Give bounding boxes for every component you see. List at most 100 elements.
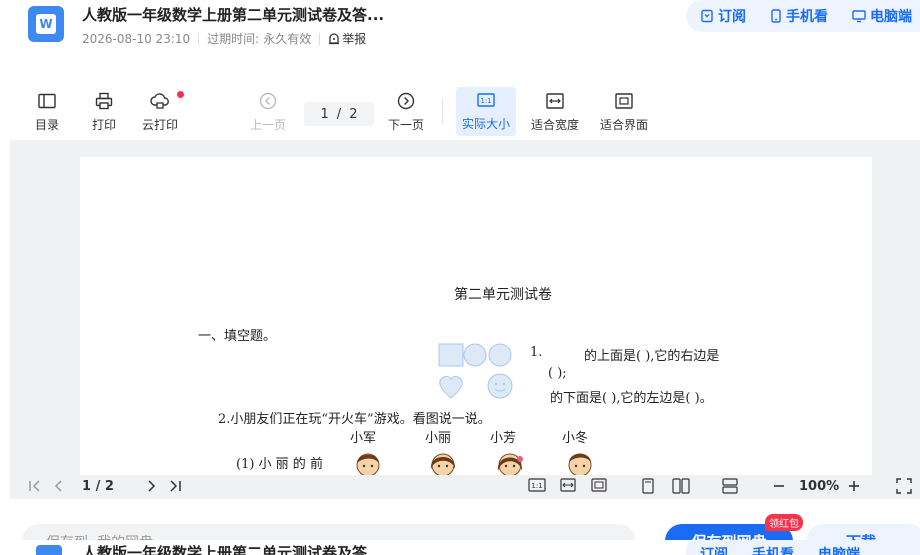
fit-width-button[interactable]: 适合宽度: [531, 90, 579, 133]
chevron-left-circle-icon: [259, 92, 277, 110]
notification-dot: [177, 91, 184, 98]
fit-screen-label: 适合界面: [600, 118, 649, 132]
subscribe-button[interactable]: 订阅: [700, 6, 746, 26]
header-actions: 订阅 手机看 电脑端: [686, 0, 920, 32]
zoom-level: 100%: [799, 479, 840, 494]
bookmark-icon: [701, 9, 713, 23]
zoom-out-icon[interactable]: [772, 478, 786, 494]
first-page-icon[interactable]: [28, 478, 42, 494]
fullscreen-icon[interactable]: [896, 478, 912, 494]
document-title[interactable]: 人教版一年级数学上册第二单元测试卷及答...: [82, 4, 384, 25]
document-title[interactable]: 人教版一年级数学上册第二单元测试卷及答...: [82, 542, 384, 555]
page-separator: /: [95, 479, 101, 494]
printer-icon: [95, 92, 113, 110]
cloud-print-label: 云打印: [142, 118, 179, 132]
shapes-illustration: [438, 343, 513, 399]
page-total: 2: [349, 106, 358, 122]
next-page-button[interactable]: 下一页: [388, 90, 424, 133]
fit-width-icon: [546, 93, 564, 109]
divider: [319, 32, 321, 45]
actual-size-button[interactable]: 1:1 实际大小: [456, 87, 517, 136]
question-1-line-3: 的下面是( ),它的左边是( )。: [550, 391, 713, 406]
fit-width-icon[interactable]: [560, 478, 576, 492]
kid-name: 小军: [350, 431, 377, 446]
print-label: 打印: [92, 118, 117, 132]
fit-screen-icon[interactable]: [591, 478, 607, 492]
document-header: W 人教版一年级数学上册第二单元测试卷及答... 2026-08-10 23:1…: [0, 0, 920, 58]
page-heading: 第二单元测试卷: [454, 287, 552, 303]
viewer-toolbar: 目录 打印 云打印 上一页 1 / 2 下一页 1:1 实际大小 适合宽度 适合…: [10, 80, 920, 140]
word-file-icon: [36, 545, 62, 555]
page-indicator[interactable]: 1 / 2: [304, 102, 374, 126]
page-separator: /: [336, 106, 342, 122]
subscribe-button[interactable]: 订阅: [700, 544, 728, 555]
pc-view-button[interactable]: 电脑端: [818, 544, 860, 555]
upload-date: 2026-08-10 23:10: [82, 31, 191, 46]
document-meta: 2026-08-10 23:10 过期时间: 永久有效 举报: [82, 30, 366, 47]
fit-width-label: 适合宽度: [531, 118, 580, 132]
sticky-header: 人教版一年级数学上册第二单元测试卷及答... 订阅 手机看 电脑端: [0, 540, 920, 555]
kid-name: 小冬: [562, 431, 589, 446]
question-1-number: 1.: [530, 345, 543, 360]
fit-screen-icon: [615, 93, 633, 109]
expire-value: 永久有效: [263, 32, 312, 46]
question-1-line-2: ( );: [548, 366, 567, 381]
double-page-icon[interactable]: [672, 478, 690, 494]
report-link[interactable]: 举报: [328, 30, 366, 47]
mobile-view-button[interactable]: 手机看: [770, 6, 828, 26]
question-2: 2.小朋友们正在玩“开火车”游戏。看图说一说。: [218, 412, 491, 427]
svg-text:1:1: 1:1: [531, 482, 542, 490]
bottom-page-indicator[interactable]: 1 / 2: [82, 479, 114, 494]
mobile-view-label: 手机看: [786, 9, 828, 25]
question-1-line-1: 的上面是( ),它的右边是: [584, 349, 720, 364]
page-current: 1: [82, 479, 92, 494]
girl-face-icon: [430, 453, 456, 475]
girl-face-icon: [497, 453, 523, 475]
actual-size-icon: 1:1: [477, 93, 495, 107]
svg-text:1:1: 1:1: [480, 97, 491, 105]
expire-label: 过期时间:: [207, 32, 260, 46]
subscribe-label: 订阅: [718, 9, 746, 25]
single-page-icon[interactable]: [642, 478, 654, 494]
page-current: 1: [320, 106, 329, 122]
toc-button[interactable]: 目录: [35, 90, 59, 133]
pc-view-label: 电脑端: [870, 9, 912, 25]
prev-page-button[interactable]: 上一页: [250, 90, 286, 133]
boy-face-icon: [356, 453, 380, 475]
question-2-sub-1: (1) 小 丽 的 前: [236, 457, 323, 472]
cloud-print-button[interactable]: 云打印: [142, 90, 184, 133]
viewer-page: W 人教版一年级数学上册第二单元测试卷及答... 2026-08-10 23:1…: [0, 0, 920, 555]
document-page: 第二单元测试卷 一、填空题。 1. 的上面是( ),它的右边是 ( ); 的下面…: [80, 157, 872, 475]
boy-face-icon: [568, 453, 592, 475]
fit-screen-button[interactable]: 适合界面: [600, 90, 648, 133]
pc-view-button[interactable]: 电脑端: [852, 6, 912, 26]
kid-name: 小芳: [490, 431, 517, 446]
actual-size-label: 实际大小: [462, 117, 511, 131]
page-total: 2: [104, 479, 114, 494]
toc-icon: [38, 93, 56, 109]
next-page-label: 下一页: [388, 118, 425, 132]
cloud-printer-icon: [150, 93, 169, 109]
prev-page-icon[interactable]: [54, 478, 64, 494]
section-title: 一、填空题。: [198, 329, 277, 344]
chevron-right-circle-icon: [397, 92, 415, 110]
next-page-icon[interactable]: [146, 478, 156, 494]
scroll-mode-icon[interactable]: [722, 478, 738, 494]
prev-page-label: 上一页: [250, 118, 287, 132]
actual-size-icon[interactable]: 1:1: [528, 478, 546, 492]
divider: [198, 32, 200, 45]
mobile-view-button[interactable]: 手机看: [752, 544, 794, 555]
monitor-icon: [852, 10, 866, 23]
toc-label: 目录: [35, 118, 60, 132]
last-page-icon[interactable]: [168, 478, 182, 494]
viewer-bottom-bar: 1 / 2 1:1 100%: [10, 475, 920, 499]
red-packet-badge: 领红包: [765, 514, 803, 531]
header-actions: 订阅 手机看 电脑端: [686, 540, 920, 555]
zoom-in-icon[interactable]: [847, 478, 861, 494]
kid-name: 小丽: [425, 431, 452, 446]
report-icon: [329, 32, 340, 44]
word-file-icon: W: [28, 6, 64, 42]
divider: [442, 98, 443, 124]
print-button[interactable]: 打印: [92, 90, 116, 133]
document-viewport[interactable]: 第二单元测试卷 一、填空题。 1. 的上面是( ),它的右边是 ( ); 的下面…: [10, 140, 920, 475]
